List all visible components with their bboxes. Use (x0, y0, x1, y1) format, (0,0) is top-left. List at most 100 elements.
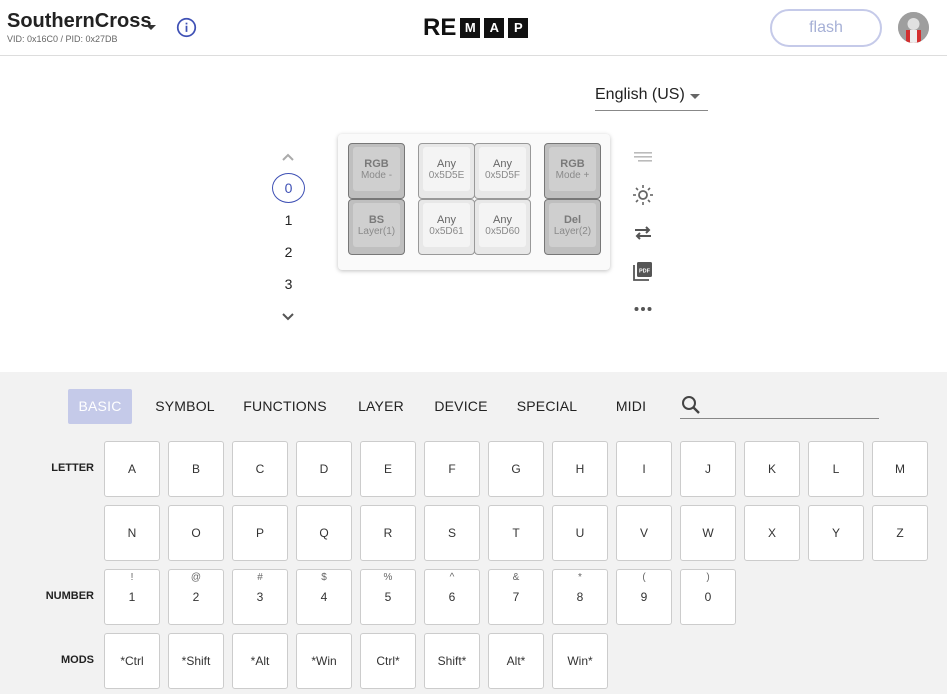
keycode-modifier[interactable]: *Win (296, 633, 352, 689)
keycode-letter[interactable]: T (488, 505, 544, 561)
keycode-letter[interactable]: U (552, 505, 608, 561)
keymap-key[interactable]: BS Layer(1) (348, 199, 405, 255)
key-sublabel: Layer(1) (357, 226, 396, 237)
keycode-letter[interactable]: Y (808, 505, 864, 561)
search-input[interactable] (710, 395, 875, 417)
keycode-letter[interactable]: D (296, 441, 352, 497)
search-icon (682, 396, 700, 414)
keycode-number[interactable]: % 5 (360, 569, 416, 625)
chevron-up-icon[interactable] (280, 150, 296, 166)
keycode-letter[interactable]: C (232, 441, 288, 497)
notes-icon[interactable] (632, 146, 654, 168)
keymap-key[interactable]: RGB Mode - (348, 143, 405, 199)
tab-special[interactable]: SPECIAL (510, 389, 584, 424)
layer-1-button[interactable]: 1 (272, 205, 305, 235)
chevron-down-icon[interactable] (280, 308, 296, 324)
keycode-label: E (383, 462, 392, 476)
keycode-letter[interactable]: F (424, 441, 480, 497)
keycode-label: D (319, 462, 329, 476)
keycode-modifier[interactable]: Win* (552, 633, 608, 689)
key-label: Del (563, 214, 582, 226)
keycode-label: 4 (320, 590, 328, 604)
keycode-letter[interactable]: W (680, 505, 736, 561)
language-select[interactable]: English (US) (595, 84, 708, 111)
keyboard-name[interactable]: SouthernCross (7, 10, 151, 33)
keycode-label: T (512, 526, 520, 540)
keycode-number[interactable]: * 8 (552, 569, 608, 625)
keycode-letter[interactable]: H (552, 441, 608, 497)
keycode-number[interactable]: (9 (616, 569, 672, 625)
keycode-number[interactable]: ! 1 (104, 569, 160, 625)
tab-device[interactable]: DEVICE (430, 389, 492, 424)
layer-0-button[interactable]: 0 (272, 173, 305, 203)
swap-icon[interactable] (632, 222, 654, 244)
tab-basic[interactable]: BASIC (68, 389, 132, 424)
pdf-icon[interactable]: PDF (632, 260, 654, 282)
keycode-letter[interactable]: Q (296, 505, 352, 561)
info-icon[interactable] (176, 17, 197, 38)
layer-3-button[interactable]: 3 (272, 269, 305, 299)
tab-layer[interactable]: LAYER (350, 389, 412, 424)
more-icon[interactable] (632, 298, 654, 320)
keycode-label: K (767, 462, 776, 476)
keycode-letter[interactable]: O (168, 505, 224, 561)
keycode-letter[interactable]: M (872, 441, 928, 497)
keycode-letter[interactable]: R (360, 505, 416, 561)
keycode-letter[interactable]: P (232, 505, 288, 561)
chevron-down-icon (690, 94, 700, 99)
keycode-letter[interactable]: A (104, 441, 160, 497)
keycode-letter[interactable]: E (360, 441, 416, 497)
key-sublabel: Mode - (360, 170, 393, 181)
light-icon[interactable] (632, 184, 654, 206)
keycode-label: H (575, 462, 585, 476)
keycode-letter[interactable]: L (808, 441, 864, 497)
keycode-number[interactable]: & 7 (488, 569, 544, 625)
keycode-number[interactable]: ^ 6 (424, 569, 480, 625)
tab-symbol[interactable]: SYMBOL (150, 389, 220, 424)
keycode-label: B (191, 462, 200, 476)
row-label-letter: LETTER (51, 462, 94, 474)
keycode-modifier[interactable]: Shift* (424, 633, 480, 689)
keycode-letter[interactable]: V (616, 505, 672, 561)
keycode-label: *Win (311, 654, 337, 668)
flash-button[interactable]: flash (770, 9, 882, 47)
key-label: Any (437, 158, 456, 170)
keycode-shift-label: ) (706, 572, 710, 583)
keycode-modifier[interactable]: *Ctrl (104, 633, 160, 689)
keycode-letter[interactable]: B (168, 441, 224, 497)
keymap-key[interactable]: Any 0x5D5F (474, 143, 531, 199)
layer-2-button[interactable]: 2 (272, 237, 305, 267)
keycode-modifier[interactable]: *Alt (232, 633, 288, 689)
keymap-key[interactable]: Any 0x5D61 (418, 199, 475, 255)
keyboard-select-caret-icon[interactable] (146, 25, 156, 30)
keycode-letter[interactable]: Z (872, 505, 928, 561)
keycode-number[interactable]: #3 (232, 569, 288, 625)
keymap-key[interactable]: Del Layer(2) (544, 199, 601, 255)
keycode-letter[interactable]: G (488, 441, 544, 497)
keycode-modifier[interactable]: Alt* (488, 633, 544, 689)
keycode-label: W (702, 526, 714, 540)
keycode-letter[interactable]: J (680, 441, 736, 497)
keycode-letter[interactable]: X (744, 505, 800, 561)
keycode-modifier[interactable]: *Shift (168, 633, 224, 689)
keycode-letter[interactable]: I (616, 441, 672, 497)
keycode-number[interactable]: @2 (168, 569, 224, 625)
keymap-key[interactable]: RGB Mode + (544, 143, 601, 199)
key-label: Any (493, 214, 512, 226)
key-label: BS (368, 214, 385, 226)
keymap-key[interactable]: Any 0x5D5E (418, 143, 475, 199)
user-avatar[interactable] (898, 12, 929, 43)
key-label: Any (493, 158, 512, 170)
keycode-number[interactable]: $4 (296, 569, 352, 625)
keycode-number[interactable]: ) 0 (680, 569, 736, 625)
keycode-shift-label: % (383, 572, 393, 583)
keycode-letter[interactable]: N (104, 505, 160, 561)
tab-functions[interactable]: FUNCTIONS (238, 389, 332, 424)
keymap-key[interactable]: Any 0x5D60 (474, 199, 531, 255)
tab-midi[interactable]: MIDI (608, 389, 654, 424)
keycode-label: I (642, 462, 646, 476)
keycode-modifier[interactable]: Ctrl* (360, 633, 416, 689)
keycode-letter[interactable]: S (424, 505, 480, 561)
keycode-letter[interactable]: K (744, 441, 800, 497)
keycode-shift-label: * (578, 572, 582, 583)
